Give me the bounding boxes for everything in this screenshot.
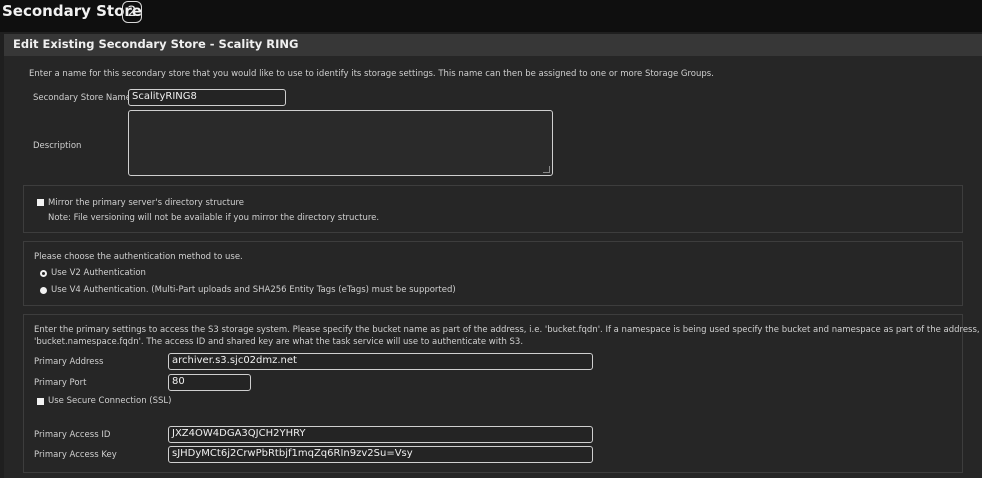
ssl-checkbox[interactable] <box>37 398 44 405</box>
page-title: Secondary Store <box>2 2 142 20</box>
auth-v2-label: Use V2 Authentication <box>51 268 146 278</box>
store-name-label: Secondary Store Name <box>33 93 131 103</box>
description-label: Description <box>33 141 82 151</box>
resize-grip-icon[interactable] <box>543 166 550 173</box>
panel-title: Edit Existing Secondary Store - Scality … <box>13 37 299 51</box>
mirror-section: Mirror the primary server's directory st… <box>23 185 963 233</box>
ssl-label: Use Secure Connection (SSL) <box>48 396 172 406</box>
mirror-checkbox[interactable] <box>37 199 44 206</box>
primary-address-input[interactable]: archiver.s3.sjc02dmz.net <box>168 353 593 370</box>
auth-v4-radio[interactable] <box>40 287 47 294</box>
s3-intro-line2: 'bucket.namespace.fqdn'. The access ID a… <box>34 337 524 347</box>
access-key-label: Primary Access Key <box>34 450 117 460</box>
description-textarea[interactable] <box>128 110 553 176</box>
edit-secondary-store-panel: Edit Existing Secondary Store - Scality … <box>4 34 982 478</box>
access-key-input[interactable]: sJHDyMCt6j2CrwPbRtbjf1mqZq6RIn9zv2Su=Vsy <box>168 446 593 463</box>
auth-prompt: Please choose the authentication method … <box>34 252 243 262</box>
store-name-input[interactable]: ScalityRING8 <box>128 89 286 106</box>
mirror-note: Note: File versioning will not be availa… <box>48 213 380 223</box>
s3-intro-line1: Enter the primary settings to access the… <box>34 325 982 335</box>
intro-text: Enter a name for this secondary store th… <box>29 69 714 79</box>
auth-v4-label: Use V4 Authentication. (Multi-Part uploa… <box>51 285 456 295</box>
access-id-input[interactable]: JXZ4OW4DGA3QJCH2YHRY <box>168 426 593 443</box>
access-id-label: Primary Access ID <box>34 430 111 440</box>
title-bar: Secondary Store 2 <box>0 0 982 32</box>
auth-v2-radio[interactable] <box>40 270 47 277</box>
mirror-label: Mirror the primary server's directory st… <box>48 198 245 208</box>
s3-section: Enter the primary settings to access the… <box>23 314 982 473</box>
panel-header: Edit Existing Secondary Store - Scality … <box>4 34 982 56</box>
primary-port-label: Primary Port <box>34 378 87 388</box>
auth-section: Please choose the authentication method … <box>23 241 963 306</box>
primary-port-input[interactable]: 80 <box>168 374 251 391</box>
count-badge: 2 <box>122 1 142 23</box>
primary-address-label: Primary Address <box>34 357 104 367</box>
